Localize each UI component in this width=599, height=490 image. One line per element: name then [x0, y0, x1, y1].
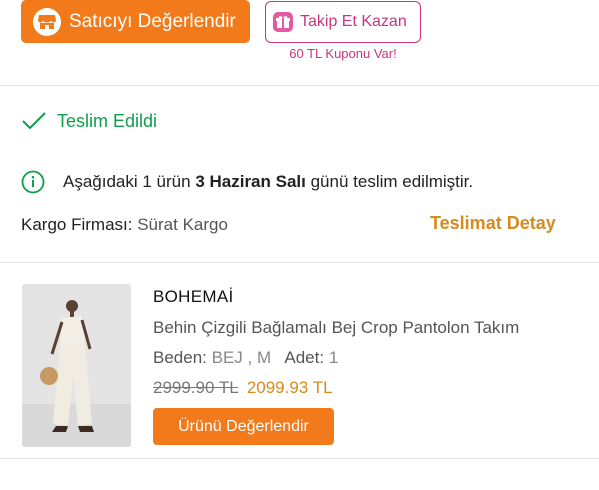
top-actions: Satıcıyı Değerlendir Takip Et Kazan 60 T…	[0, 0, 599, 85]
check-icon	[22, 112, 46, 130]
qty-label: Adet:	[284, 348, 325, 367]
delivery-detail-link[interactable]: Teslimat Detay	[430, 213, 556, 234]
divider	[0, 85, 599, 86]
product-attributes: Beden: BEJ , M Adet: 1	[153, 348, 338, 368]
size-value: BEJ , M	[211, 348, 272, 367]
info-prefix: Aşağıdaki 1 ürün	[63, 172, 196, 191]
divider	[0, 458, 599, 459]
product-image[interactable]	[22, 284, 131, 447]
new-price: 2099.93 TL	[246, 378, 333, 397]
info-date: 3 Haziran Salı	[195, 172, 306, 191]
delivered-label: Teslim Edildi	[57, 110, 158, 131]
follow-earn-label: Takip Et Kazan	[300, 13, 407, 30]
rate-seller-button[interactable]: Satıcıyı Değerlendir	[21, 0, 250, 43]
product-name[interactable]: Behin Çizgili Bağlamalı Bej Crop Pantolo…	[153, 318, 519, 338]
cargo-company: Kargo Firması: Sürat Kargo	[21, 215, 228, 235]
qty-value: 1	[328, 348, 339, 367]
rate-product-button[interactable]: Ürünü Değerlendir	[153, 408, 334, 445]
cargo-label: Kargo Firması:	[21, 215, 133, 234]
rate-seller-label: Satıcıyı Değerlendir	[69, 10, 236, 32]
info-icon	[21, 170, 45, 194]
size-label: Beden:	[153, 348, 207, 367]
delivery-info: Aşağıdaki 1 ürün 3 Haziran Salı günü tes…	[21, 170, 473, 194]
follow-earn-button[interactable]: Takip Et Kazan	[265, 1, 421, 43]
product-prices: 2999.90 TL 2099.93 TL	[153, 378, 333, 398]
delivery-status: Teslim Edildi	[21, 108, 157, 134]
product-brand: BOHEMAİ	[153, 287, 234, 306]
store-icon	[33, 7, 61, 36]
coupon-note: 60 TL Kuponu Var!	[289, 46, 397, 61]
info-suffix: günü teslim edilmiştir.	[305, 172, 474, 191]
gift-icon	[273, 12, 293, 32]
old-price: 2999.90 TL	[153, 378, 239, 397]
cargo-value: Sürat Kargo	[137, 215, 228, 234]
